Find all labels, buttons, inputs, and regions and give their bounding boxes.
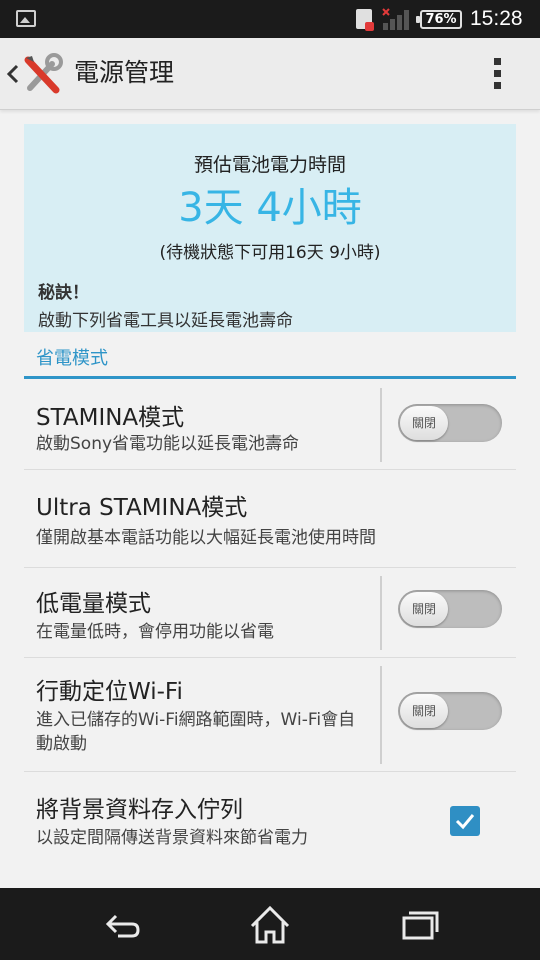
battery-icon: 76% [416,10,462,29]
tip-title: 秘訣！ [38,283,89,303]
setting-row-queue-background-data[interactable]: 將背景資料存入佇列 以設定間隔傳送背景資料來節省電力 [24,772,516,868]
setting-title: 行動定位Wi-Fi [36,679,183,705]
setting-row-low-battery[interactable]: 低電量模式 在電量低時，會停用功能以省電 關閉 [24,568,516,658]
setting-row-stamina[interactable]: STAMINA模式 啟動Sony省電功能以延長電池壽命 關閉 [24,380,516,470]
section-divider [24,376,516,379]
setting-row-ultra-stamina[interactable]: Ultra STAMINA模式 僅開啟基本電話功能以大幅延長電池使用時間 [24,470,516,568]
section-header-power-saving: 省電模式 [36,348,108,369]
setting-row-location-wifi[interactable]: 行動定位Wi-Fi 進入已儲存的Wi-Fi網路範圍時，Wi-Fi會自動啟動 關閉 [24,658,516,772]
settings-content[interactable]: 預估電池電力時間 3天 4小時 (待機狀態下可用16天 9小時) 秘訣！ 啟動下… [0,110,540,888]
battery-estimate-time: 3天 4小時 [178,185,362,231]
low-battery-toggle[interactable]: 關閉 [398,590,502,628]
gallery-icon [16,10,36,27]
navigation-bar [0,888,540,960]
queue-background-data-checkbox[interactable] [450,806,480,836]
status-bar: 76% 15:28 [0,0,540,38]
setting-description: 僅開啟基本電話功能以大幅延長電池使用時間 [36,528,376,548]
page-title: 電源管理 [74,58,175,87]
clock: 15:28 [470,7,523,30]
setting-title: Ultra STAMINA模式 [36,495,248,521]
action-bar: 電源管理 [0,38,540,110]
setting-description: 啟動Sony省電功能以延長電池壽命 [36,434,300,454]
standby-time: (待機狀態下可用16天 9小時) [159,243,381,263]
setting-title: STAMINA模式 [36,405,185,431]
setting-description: 以設定間隔傳送背景資料來節省電力 [36,828,308,848]
toggle-state: 關閉 [400,406,448,440]
recent-apps-icon[interactable] [394,902,444,946]
row-separator [380,576,382,650]
battery-percent: 76% [425,12,457,27]
toggle-state: 關閉 [400,694,448,728]
stamina-toggle[interactable]: 關閉 [398,404,502,442]
setting-description: 在電量低時，會停用功能以省電 [36,622,274,642]
toggle-state: 關閉 [400,592,448,626]
row-separator [380,388,382,462]
overflow-menu-icon[interactable] [490,58,504,92]
setting-description: 進入已儲存的Wi-Fi網路範圍時，Wi-Fi會自動啟動 [36,710,356,754]
sim-error-icon [356,9,374,31]
location-wifi-toggle[interactable]: 關閉 [398,692,502,730]
checkmark-icon [455,814,475,830]
battery-estimate-card: 預估電池電力時間 3天 4小時 (待機狀態下可用16天 9小時) 秘訣！ 啟動下… [24,124,516,332]
signal-icon [382,8,409,30]
setting-title: 低電量模式 [36,591,151,617]
setting-title: 將背景資料存入佇列 [36,797,243,823]
tip-description: 啟動下列省電工具以延長電池壽命 [38,311,293,331]
back-icon[interactable] [96,902,146,946]
row-separator [380,666,382,764]
battery-estimate-label: 預估電池電力時間 [193,154,346,176]
home-icon[interactable] [245,902,295,946]
tools-icon[interactable] [22,52,64,96]
back-chevron-icon[interactable] [6,64,20,84]
